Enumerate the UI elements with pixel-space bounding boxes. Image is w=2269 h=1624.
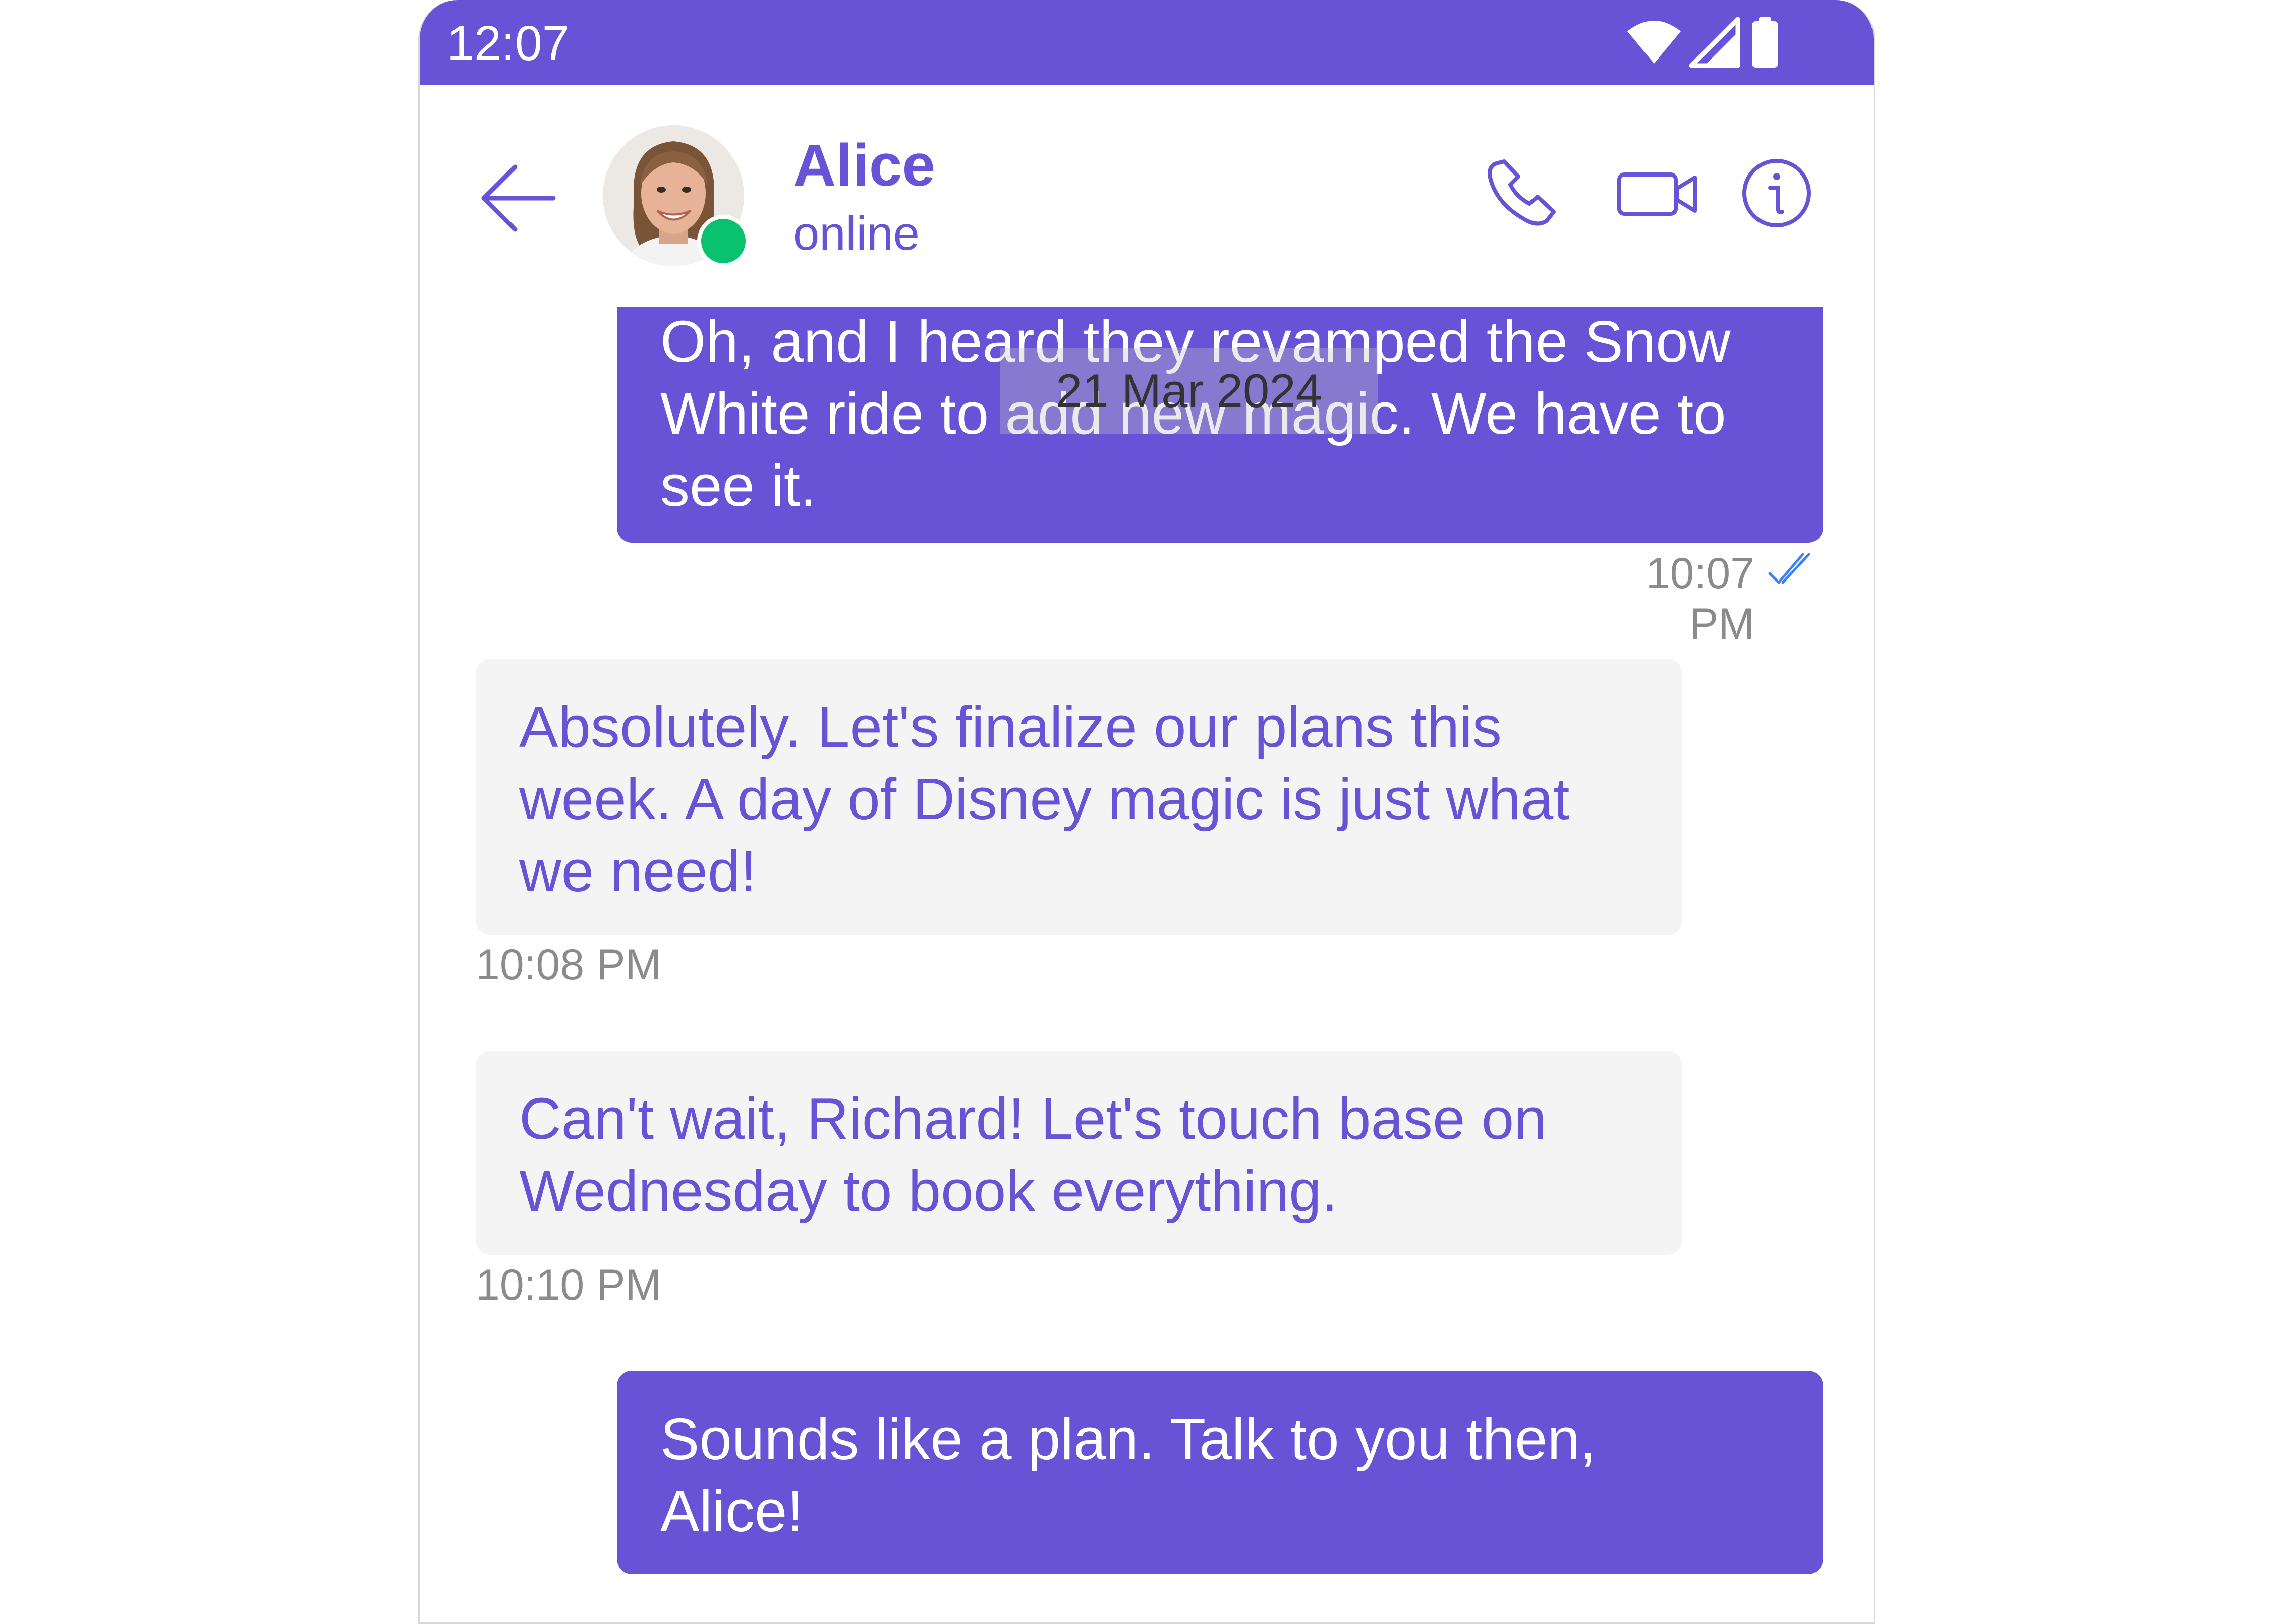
- message-line: Sounds like a plan. Talk to you then,: [660, 1406, 1597, 1472]
- date-separator: 21 Mar 2024: [1000, 348, 1378, 434]
- message-line: see it.: [660, 453, 817, 518]
- contact-status: online: [793, 207, 920, 260]
- message-time: 10:10 PM: [476, 1261, 662, 1309]
- back-button[interactable]: [478, 158, 558, 239]
- message-line: we need!: [519, 838, 757, 904]
- online-status-dot: [697, 215, 750, 267]
- message-time: 10:07 PM: [1646, 549, 1754, 648]
- chat-header: Alice online: [420, 85, 1874, 307]
- message-line: Wednesday to book everything.: [519, 1158, 1338, 1224]
- video-icon: [1617, 172, 1697, 216]
- contact-name[interactable]: Alice: [793, 130, 935, 201]
- info-icon: [1742, 159, 1811, 227]
- signal-icon: [1689, 17, 1740, 70]
- message-time: 10:08 PM: [476, 941, 662, 989]
- message-line: Alice!: [660, 1478, 804, 1544]
- phone-icon: [1488, 159, 1556, 226]
- avatar[interactable]: [603, 125, 750, 267]
- status-bar: 12:07: [420, 0, 1874, 85]
- battery-icon: [1750, 17, 1780, 70]
- wifi-icon: [1626, 17, 1682, 70]
- message-bubble-outgoing[interactable]: Sounds like a plan. Talk to you then, Al…: [617, 1371, 1823, 1574]
- read-receipt-icon: [1767, 551, 1812, 589]
- message-line: week. A day of Disney magic is just what: [519, 766, 1570, 832]
- phone-frame: 12:07 Alice online Oh, and I heard they …: [418, 0, 1875, 1624]
- message-bubble-incoming[interactable]: Absolutely. Let's finalize our plans thi…: [476, 659, 1682, 935]
- info-button[interactable]: [1739, 155, 1814, 234]
- message-line: Absolutely. Let's finalize our plans thi…: [519, 694, 1502, 760]
- arrow-left-icon: [481, 164, 556, 232]
- message-bubble-incoming[interactable]: Can't wait, Richard! Let's touch base on…: [476, 1051, 1682, 1255]
- message-line: Can't wait, Richard! Let's touch base on: [519, 1086, 1547, 1151]
- voice-call-button[interactable]: [1484, 155, 1560, 234]
- video-call-button[interactable]: [1615, 155, 1701, 234]
- status-time: 12:07: [447, 16, 570, 71]
